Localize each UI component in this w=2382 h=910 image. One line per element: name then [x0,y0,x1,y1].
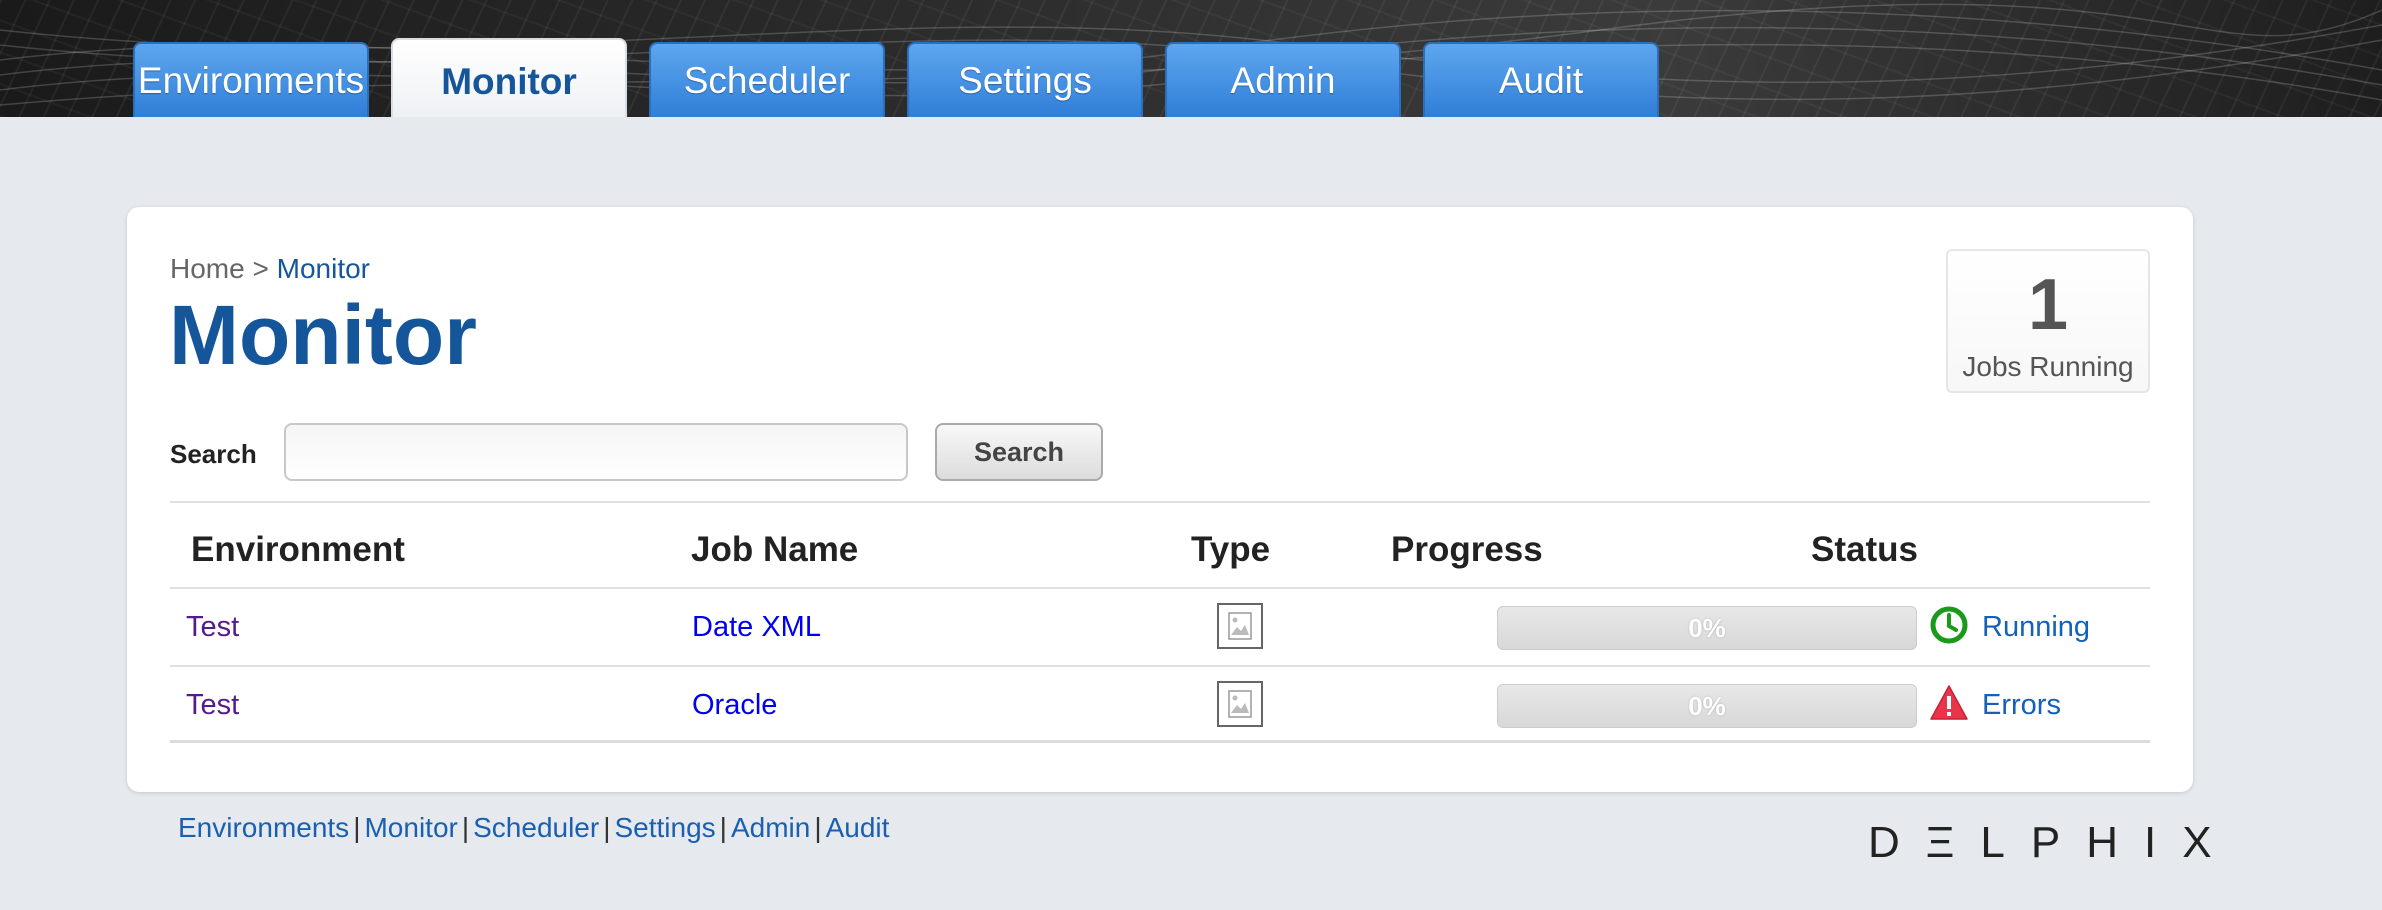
header-job-name: Job Name [691,530,859,569]
tab-monitor[interactable]: Monitor [391,38,627,117]
header-progress: Progress [1391,530,1543,569]
footer-link-monitor[interactable]: Monitor [364,812,457,843]
progress-bar: 0% [1497,606,1917,650]
tab-environments[interactable]: Environments [133,42,369,117]
footer-link-audit[interactable]: Audit [826,812,890,843]
table-row: Test Date XML 0% Running [170,587,2150,665]
environment-link[interactable]: Test [186,689,239,722]
job-name-link[interactable]: Oracle [692,689,777,722]
footer-separator: | [353,812,361,843]
breadcrumb-separator: > [252,253,269,284]
footer-separator: | [461,812,470,843]
clock-icon [1929,605,1969,645]
footer-separator: | [719,812,727,843]
tab-settings[interactable]: Settings [907,42,1143,117]
search-input[interactable] [284,423,908,481]
top-banner: Environments Monitor Scheduler Settings … [0,0,2382,117]
breadcrumb: Home > Monitor [170,253,370,285]
search-label: Search [170,439,257,469]
jobs-running-label: Jobs Running [1962,351,2134,382]
search-button[interactable]: Search [935,423,1103,481]
status-link[interactable]: Errors [1982,689,2061,722]
status-link[interactable]: Running [1982,611,2090,644]
header-environment: Environment [191,530,405,569]
image-icon [1217,603,1263,649]
tab-scheduler[interactable]: Scheduler [649,42,885,117]
job-name-link[interactable]: Date XML [692,611,821,644]
jobs-running-count: 1 [2027,265,2069,345]
divider [170,501,2150,503]
tab-admin[interactable]: Admin [1165,42,1401,117]
header-status: Status [1811,530,1918,569]
progress-bar: 0% [1497,684,1917,728]
footer-link-scheduler[interactable]: Scheduler [473,812,599,843]
footer-separator: | [603,812,611,843]
page-title: Monitor [169,288,477,382]
environment-link[interactable]: Test [186,611,239,644]
footer-links: Environments | Monitor | Scheduler | Settings |… [178,812,889,844]
footer-link-settings[interactable]: Settings [615,812,716,843]
table-row: Test Oracle 0% Errors [170,665,2150,743]
footer-separator: | [814,812,822,843]
footer-link-environments[interactable]: Environments [178,812,349,843]
image-icon [1217,681,1263,727]
delphix-logo: DΞLPHIX [1868,818,2238,867]
header-type: Type [1191,530,1271,569]
tab-audit[interactable]: Audit [1423,42,1659,117]
breadcrumb-current[interactable]: Monitor [277,253,370,284]
warning-icon [1929,683,1969,723]
breadcrumb-home[interactable]: Home [170,253,245,284]
main-panel: Home > Monitor Monitor 1 Jobs Running Se… [127,207,2193,792]
jobs-running-box: 1 Jobs Running [1946,249,2150,393]
footer-link-admin[interactable]: Admin [731,812,810,843]
